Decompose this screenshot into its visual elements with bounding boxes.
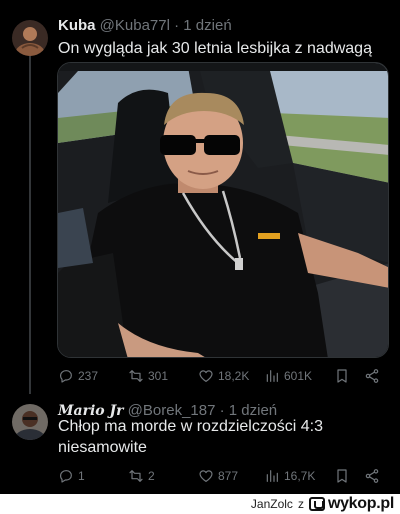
reply-count: 237 bbox=[78, 369, 99, 383]
bookmark-icon bbox=[337, 369, 347, 383]
retweet-icon bbox=[129, 470, 143, 482]
tweet-media-photo[interactable] bbox=[57, 62, 389, 358]
like-count: 877 bbox=[218, 469, 239, 483]
views-icon bbox=[266, 470, 278, 482]
retweet-count: 301 bbox=[148, 369, 169, 383]
display-name[interactable]: Kuba bbox=[58, 17, 96, 34]
heart-icon bbox=[199, 370, 213, 382]
like-count: 18,2K bbox=[218, 369, 250, 383]
share-button[interactable] bbox=[364, 368, 380, 384]
footer-preposition: z bbox=[297, 497, 304, 511]
reply-icon bbox=[60, 470, 72, 483]
views-button[interactable]: 601K bbox=[264, 368, 312, 384]
views-icon bbox=[266, 370, 278, 382]
timestamp[interactable]: 1 dzień bbox=[183, 17, 231, 34]
like-button[interactable]: 18,2K bbox=[198, 368, 249, 384]
reply-button[interactable]: 237 bbox=[58, 368, 98, 384]
share-button[interactable] bbox=[364, 468, 380, 484]
tweet-header: Kuba @Kuba77l · 1 dzień bbox=[58, 16, 232, 36]
retweet-button[interactable]: 301 bbox=[128, 368, 168, 384]
views-count: 601K bbox=[284, 369, 313, 383]
tweet-text: Chłop ma morde w rozdzielczości 4:3 nies… bbox=[58, 416, 390, 458]
avatar[interactable] bbox=[12, 20, 48, 56]
bookmark-button[interactable] bbox=[334, 368, 350, 384]
tweet-reply[interactable]: Mario Jr @Borek_187 · 1 dzień Chłop ma m… bbox=[0, 396, 400, 494]
reply-count: 1 bbox=[78, 469, 85, 483]
retweet-icon bbox=[129, 370, 143, 382]
tweet-actions: 1 2 877 16,7K bbox=[58, 468, 386, 486]
reply-icon bbox=[60, 370, 72, 383]
tweet-actions: 237 301 18,2K 601K bbox=[58, 368, 386, 386]
footer-username: JanZolc bbox=[250, 497, 293, 511]
bookmark-button[interactable] bbox=[334, 468, 350, 484]
views-button[interactable]: 16,7K bbox=[264, 468, 315, 484]
share-icon bbox=[365, 369, 379, 383]
user-handle[interactable]: @Kuba77l bbox=[100, 17, 170, 34]
wykop-watermark-footer: JanZolc z wykop.pl bbox=[0, 494, 400, 514]
retweet-button[interactable]: 2 bbox=[128, 468, 155, 484]
tweet-text-line: Chłop ma morde w rozdzielczości 4:3 bbox=[58, 418, 323, 435]
views-count: 16,7K bbox=[284, 469, 316, 483]
tweet[interactable]: Kuba @Kuba77l · 1 dzień On wygląda jak 3… bbox=[0, 0, 400, 396]
avatar[interactable] bbox=[12, 404, 48, 440]
separator-dot: · bbox=[174, 17, 180, 34]
wykop-logo: wykop.pl bbox=[308, 495, 394, 513]
like-button[interactable]: 877 bbox=[198, 468, 238, 484]
wykop-icon bbox=[308, 497, 325, 511]
retweet-count: 2 bbox=[148, 469, 155, 483]
tweet-text: On wygląda jak 30 letnia lesbijka z nadw… bbox=[58, 40, 372, 57]
tweet-text-line: niesamowite bbox=[58, 439, 147, 456]
wykop-site-name: wykop.pl bbox=[327, 495, 394, 512]
share-icon bbox=[365, 469, 379, 483]
reply-button[interactable]: 1 bbox=[58, 468, 85, 484]
heart-icon bbox=[199, 470, 213, 482]
bookmark-icon bbox=[337, 469, 347, 483]
